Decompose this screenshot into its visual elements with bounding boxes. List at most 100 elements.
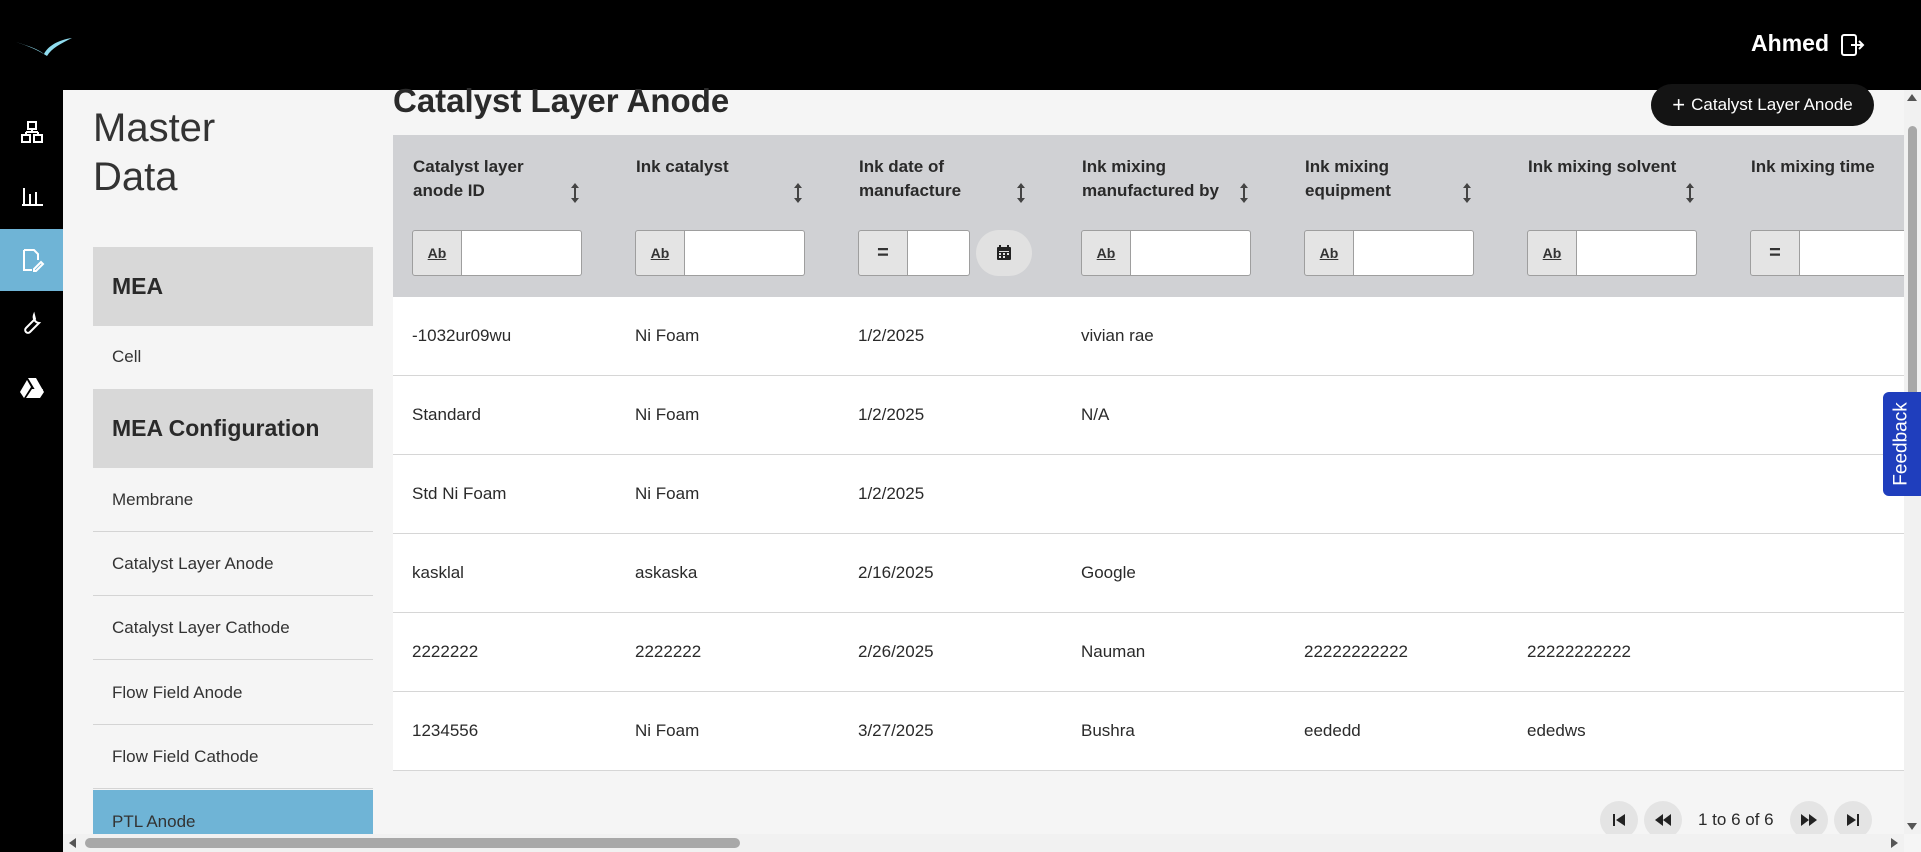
- column-header-ink-mixing-time[interactable]: Ink mixing time =: [1731, 135, 1904, 297]
- user-name[interactable]: Ahmed: [1751, 30, 1829, 57]
- calendar-button[interactable]: [976, 230, 1032, 276]
- table-cell: kasklal: [412, 563, 464, 582]
- filter-input[interactable]: [462, 230, 582, 276]
- next-page-icon: [1800, 814, 1817, 826]
- column-label: Ink mixing equipment: [1305, 157, 1391, 200]
- column-header-ink-mixing-equipment[interactable]: Ink mixing equipment Ab: [1285, 135, 1508, 297]
- column-label: Ink mixing manufactured by: [1082, 157, 1219, 200]
- add-button-label: Catalyst Layer Anode: [1691, 95, 1853, 114]
- logout-icon[interactable]: [1839, 32, 1865, 58]
- table-cell: -1032ur09wu: [412, 326, 512, 345]
- text-filter-type-button[interactable]: Ab: [1304, 230, 1354, 276]
- column-label: Ink catalyst: [636, 157, 729, 176]
- table-cell: 22222222222: [1527, 642, 1632, 661]
- sort-icon[interactable]: [1683, 181, 1697, 205]
- plus-icon: +: [1672, 92, 1686, 117]
- column-header-ink-catalyst[interactable]: Ink catalyst Ab: [616, 135, 839, 297]
- table-cell: Ni Foam: [635, 326, 700, 345]
- column-filter: =: [1750, 230, 1904, 276]
- filter-input[interactable]: [1800, 230, 1904, 276]
- sidebar-group-mea[interactable]: MEA: [93, 247, 373, 326]
- nav-drive[interactable]: [0, 357, 63, 419]
- table-row[interactable]: 1234556 Ni Foam 3/27/2025 Bushra eededd ededw…: [393, 692, 1904, 771]
- page-title: Catalyst Layer Anode: [393, 82, 730, 119]
- column-filter: Ab: [1304, 230, 1474, 276]
- number-filter-type-button[interactable]: =: [1750, 230, 1800, 276]
- column-header-catalyst-layer-anode-id[interactable]: Catalyst layer anode ID Ab: [393, 135, 616, 297]
- scroll-left-icon[interactable]: [69, 838, 76, 848]
- text-filter-type-button[interactable]: Ab: [1081, 230, 1131, 276]
- column-header-ink-date-of-manufacture[interactable]: Ink date of manufacture =: [839, 135, 1062, 297]
- nav-dashboard[interactable]: [0, 101, 63, 163]
- scroll-up-icon[interactable]: [1907, 94, 1917, 101]
- sidebar-group-mea-configuration[interactable]: MEA Configuration: [93, 389, 373, 468]
- table-row[interactable]: Std Ni Foam Ni Foam 1/2/2025: [393, 455, 1904, 534]
- table-cell: eededd: [1304, 721, 1361, 740]
- calendar-icon: [997, 245, 1011, 260]
- sidebar-item-ptl-anode[interactable]: PTL Anode: [93, 790, 373, 834]
- column-label: Ink mixing time: [1751, 157, 1875, 176]
- table-cell: 2222222: [635, 642, 702, 661]
- text-filter-type-button[interactable]: Ab: [635, 230, 685, 276]
- sidebar-item-flow-field-cathode[interactable]: Flow Field Cathode: [93, 725, 373, 789]
- grid-header: Catalyst layer anode ID Ab Ink catalyst …: [393, 135, 1904, 297]
- sort-icon[interactable]: [568, 181, 582, 205]
- feedback-tab[interactable]: Feedback: [1883, 392, 1921, 496]
- sidebar-item-catalyst-layer-anode[interactable]: Catalyst Layer Anode: [93, 532, 373, 596]
- column-label: Ink date of manufacture: [859, 157, 962, 200]
- nav-analytics[interactable]: [0, 165, 63, 227]
- filter-input[interactable]: [1131, 230, 1251, 276]
- column-filter: Ab: [412, 230, 582, 276]
- column-filter: Ab: [635, 230, 805, 276]
- table-row[interactable]: Standard Ni Foam 1/2/2025 N/A: [393, 376, 1904, 455]
- previous-page-icon: [1655, 814, 1671, 826]
- dashboard-icon: [20, 121, 43, 143]
- document-edit-icon: [22, 249, 44, 272]
- sort-icon[interactable]: [1014, 181, 1028, 205]
- pagination-summary: 1 to 6 of 6: [1698, 810, 1774, 829]
- column-header-ink-mixing-solvent[interactable]: Ink mixing solvent Ab: [1508, 135, 1731, 297]
- last-page-icon: [1846, 814, 1859, 826]
- scroll-right-icon[interactable]: [1891, 838, 1898, 848]
- scroll-down-icon[interactable]: [1907, 823, 1917, 830]
- table-cell: 1234556: [412, 721, 479, 740]
- table-row[interactable]: kasklal askaska 2/16/2025 Google: [393, 534, 1904, 613]
- text-filter-type-button[interactable]: Ab: [412, 230, 462, 276]
- date-filter-input[interactable]: [908, 230, 970, 276]
- sidebar-item-catalyst-layer-cathode[interactable]: Catalyst Layer Cathode: [93, 596, 373, 660]
- data-grid: Catalyst layer anode ID Ab Ink catalyst …: [393, 135, 1904, 772]
- sidebar-item-membrane[interactable]: Membrane: [93, 468, 373, 532]
- bird-logo-icon[interactable]: [14, 34, 74, 58]
- top-bar: Ahmed: [0, 0, 1921, 90]
- sort-icon[interactable]: [1237, 181, 1251, 205]
- table-cell: Nauman: [1081, 642, 1146, 661]
- nav-rail: [0, 90, 63, 852]
- table-row[interactable]: -1032ur09wu Ni Foam 1/2/2025 vivian rae: [393, 297, 1904, 376]
- sidebar-item-cell[interactable]: Cell: [93, 325, 373, 389]
- filter-input[interactable]: [1354, 230, 1474, 276]
- table-cell: Std Ni Foam: [412, 484, 507, 503]
- filter-input[interactable]: [1577, 230, 1697, 276]
- horizontal-scrollbar[interactable]: [63, 834, 1904, 852]
- date-filter-type-button[interactable]: =: [858, 230, 908, 276]
- table-cell: 3/27/2025: [858, 721, 934, 740]
- column-filter: Ab: [1527, 230, 1697, 276]
- sidebar-item-flow-field-anode[interactable]: Flow Field Anode: [93, 661, 373, 725]
- nav-tools[interactable]: [0, 293, 63, 355]
- add-catalyst-layer-anode-button[interactable]: + Catalyst Layer Anode: [1651, 84, 1874, 126]
- master-data-sidebar: Master Data MEA Cell MEA Configuration M…: [63, 90, 393, 834]
- text-filter-type-button[interactable]: Ab: [1527, 230, 1577, 276]
- sort-icon[interactable]: [791, 181, 805, 205]
- table-cell: Google: [1081, 563, 1136, 582]
- nav-master-data[interactable]: [0, 229, 63, 291]
- filter-input[interactable]: [685, 230, 805, 276]
- column-filter: Ab: [1081, 230, 1251, 276]
- table-cell: ededws: [1527, 721, 1586, 740]
- table-row[interactable]: 2222222 2222222 2/26/2025 Nauman 22222222222…: [393, 613, 1904, 692]
- table-cell: 1/2/2025: [858, 326, 925, 345]
- column-header-ink-mixing-manufactured-by[interactable]: Ink mixing manufactured by Ab: [1062, 135, 1285, 297]
- table-cell: N/A: [1081, 405, 1110, 424]
- horizontal-scroll-thumb[interactable]: [85, 838, 740, 848]
- sort-icon[interactable]: [1460, 181, 1474, 205]
- table-cell: 2222222: [412, 642, 479, 661]
